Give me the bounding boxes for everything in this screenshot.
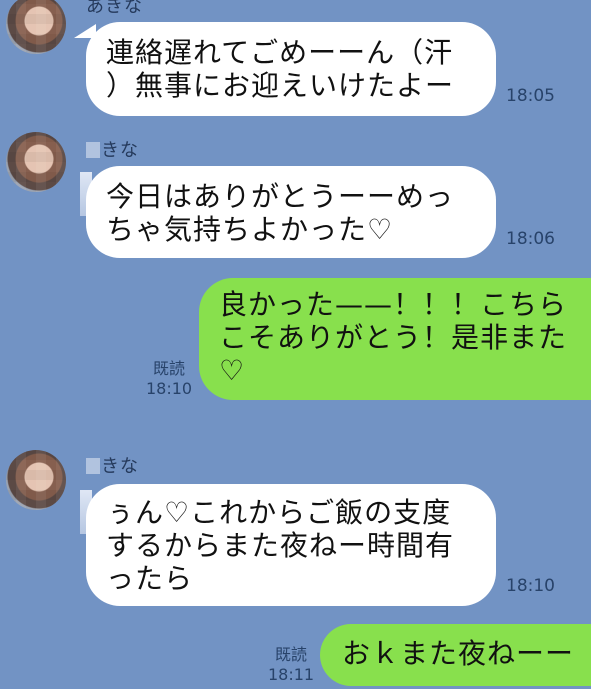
- message-line: ぅん♡これからご飯の支度: [106, 496, 452, 529]
- blurred-char: [86, 458, 100, 474]
- message-bubble-incoming[interactable]: 連絡遅れてごめーーん（汗 ）無事にお迎えいけたよー: [86, 22, 496, 116]
- message-line: ちゃ気持ちよかった♡: [106, 213, 394, 246]
- contact-name-text: きな: [101, 140, 139, 161]
- read-receipt: 既読 18:11: [268, 645, 314, 685]
- message-time: 18:10: [506, 576, 555, 596]
- contact-name-text: きな: [101, 456, 139, 477]
- message-bubble-incoming[interactable]: 今日はありがとうーーめっ ちゃ気持ちよかった♡: [86, 166, 496, 258]
- read-receipt: 既読 18:10: [146, 359, 192, 399]
- message-line: ）無事にお迎えいけたよー: [106, 69, 455, 102]
- message-time: 18:10: [146, 379, 193, 398]
- message-line: 良かった——！！！こちら: [219, 288, 568, 321]
- contact-name: きな: [86, 452, 139, 478]
- message-line: おｋまた夜ねーー: [342, 637, 575, 670]
- message-line: ♡: [219, 354, 246, 387]
- contact-avatar[interactable]: [6, 132, 66, 192]
- message-line: 連絡遅れてごめーーん（汗: [106, 36, 454, 69]
- message-bubble-incoming[interactable]: ぅん♡これからご飯の支度 するからまた夜ねー時間有 ったら: [86, 484, 496, 606]
- contact-name: きな: [86, 136, 139, 162]
- message-bubble-outgoing[interactable]: 良かった——！！！こちら こそありがとう！是非また ♡: [199, 278, 591, 400]
- read-label: 既読: [275, 645, 308, 664]
- message-time: 18:06: [506, 229, 555, 249]
- message-bubble-outgoing[interactable]: おｋまた夜ねーー: [320, 624, 591, 686]
- message-line: するからまた夜ねー時間有: [106, 529, 455, 562]
- message-line: こそありがとう！是非また: [219, 321, 568, 354]
- message-time: 18:11: [268, 665, 315, 684]
- message-line: 今日はありがとうーーめっ: [106, 180, 455, 213]
- blurred-char: [86, 142, 100, 158]
- message-line: ったら: [106, 562, 194, 595]
- contact-avatar[interactable]: [6, 450, 66, 510]
- message-time: 18:05: [506, 86, 555, 106]
- contact-name: あきな: [86, 0, 143, 17]
- read-label: 既読: [153, 359, 186, 378]
- contact-avatar[interactable]: [6, 0, 66, 54]
